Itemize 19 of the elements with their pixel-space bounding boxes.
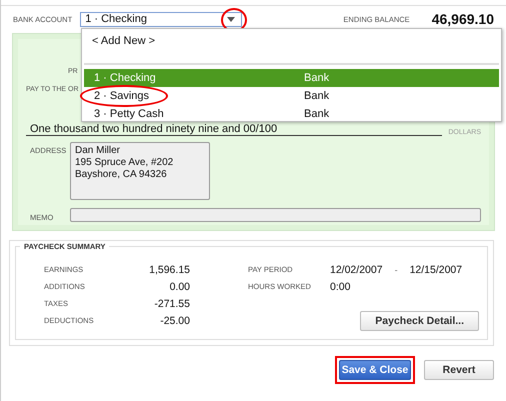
date-separator: - [394, 264, 398, 274]
address-field[interactable]: Dan Miller 195 Spruce Ave, #202 Bayshore, CA 94326 [70, 142, 210, 200]
summary-value: 0.00 [168, 280, 190, 292]
pay-period-start: 12/02/2007 [330, 264, 383, 276]
caret-icon [227, 16, 236, 22]
paycheck-detail-button[interactable]: Paycheck Detail... [360, 311, 479, 331]
hours-worked-value: 0:00 [330, 280, 350, 292]
save-close-button[interactable]: Save & Close [339, 360, 411, 380]
add-new-item[interactable]: < Add New > [82, 29, 501, 53]
account-item[interactable]: 1 · Checking Bank [84, 69, 499, 87]
revert-button[interactable]: Revert [424, 360, 494, 380]
ending-balance-value: 46,969.10 [432, 11, 494, 27]
amount-in-words: One thousand two hundred ninety nine and 00/100 [26, 123, 442, 136]
memo-field[interactable] [70, 208, 481, 222]
account-item[interactable]: 3 · Petty Cash Bank [84, 105, 499, 123]
summary-value: -271.55 [153, 298, 190, 310]
pay-period-end: 12/15/2007 [410, 264, 462, 276]
summary-value: 1,596.15 [148, 264, 190, 276]
summary-value: -25.00 [159, 314, 190, 326]
